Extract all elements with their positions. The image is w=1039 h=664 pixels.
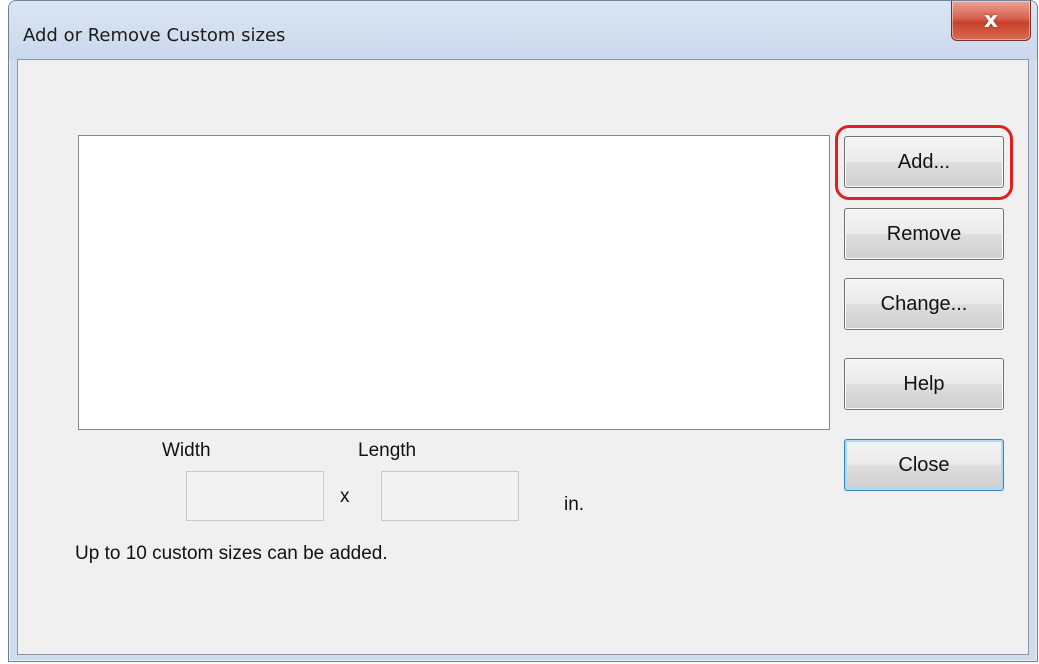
length-label: Length bbox=[358, 440, 417, 461]
unit-label: in. bbox=[564, 494, 585, 515]
dialog-client-area: Add... Remove Change... Help Close Width… bbox=[17, 59, 1029, 655]
window-close-button[interactable]: x bbox=[951, 1, 1031, 41]
change-button[interactable]: Change... bbox=[844, 278, 1004, 330]
custom-size-limit-note: Up to 10 custom sizes can be added. bbox=[75, 543, 388, 564]
remove-button[interactable]: Remove bbox=[844, 208, 1004, 260]
window-title: Add or Remove Custom sizes bbox=[23, 25, 286, 46]
width-label: Width bbox=[162, 440, 211, 461]
close-icon: x bbox=[983, 8, 999, 33]
dialog-window: Add or Remove Custom sizes x Add... Remo… bbox=[8, 0, 1038, 662]
close-button[interactable]: Close bbox=[844, 439, 1004, 491]
dimension-separator: x bbox=[340, 486, 350, 507]
width-field[interactable] bbox=[186, 471, 324, 521]
length-field[interactable] bbox=[381, 471, 519, 521]
title-bar[interactable]: Add or Remove Custom sizes x bbox=[9, 1, 1037, 59]
help-button[interactable]: Help bbox=[844, 358, 1004, 410]
add-button[interactable]: Add... bbox=[844, 136, 1004, 188]
custom-sizes-list[interactable] bbox=[78, 135, 830, 430]
